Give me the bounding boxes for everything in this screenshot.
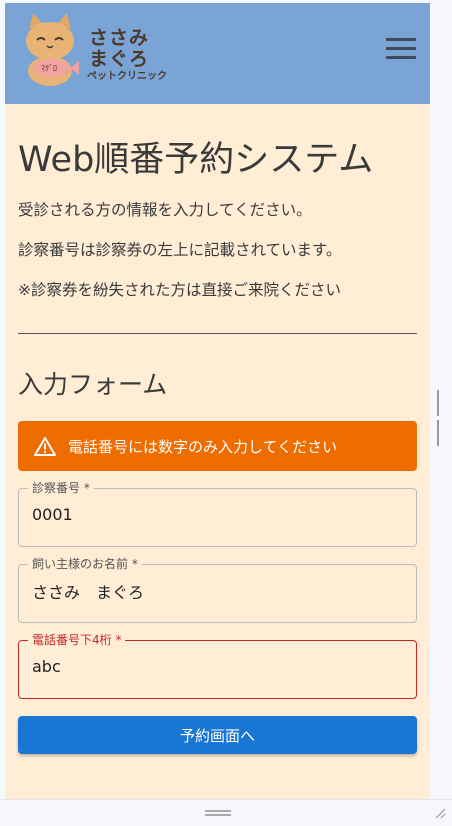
cat-logo-icon: ﾏｸﾞﾛ	[26, 13, 79, 86]
svg-text:ﾏｸﾞﾛ: ﾏｸﾞﾛ	[41, 64, 57, 73]
page-title: Web順番予約システム	[18, 140, 374, 180]
phone-last4-field[interactable]: 電話番号下4桁 *	[18, 632, 417, 699]
alert-message: 電話番号には数字のみ入力してください	[68, 437, 338, 456]
exam-number-label: 診察番号 *	[28, 480, 94, 496]
phone-last4-input[interactable]	[32, 657, 402, 676]
submit-button[interactable]: 予約画面へ	[18, 716, 417, 754]
exam-number-field[interactable]: 診察番号 *	[18, 480, 417, 547]
form-title: 入力フォーム	[18, 370, 168, 399]
hamburger-menu-icon[interactable]	[386, 38, 416, 62]
owner-name-input[interactable]	[32, 581, 402, 600]
warning-icon	[34, 437, 56, 456]
resize-corner-icon[interactable]	[434, 807, 446, 819]
info-text-3: ※診察券を紛失された方は直接ご来院ください	[18, 281, 341, 299]
vertical-resize-handle-icon[interactable]	[437, 390, 443, 446]
info-text-2: 診察番号は診察券の左上に記載されています。	[18, 241, 342, 259]
divider	[18, 333, 417, 334]
owner-name-field[interactable]: 飼い主様のお名前 *	[18, 556, 417, 623]
page: ﾏｸﾞﾛ ささみ まぐろ ペットクリニック Web順番予約システム 受診される方…	[5, 3, 430, 799]
owner-name-label: 飼い主様のお名前 *	[28, 556, 142, 572]
brand-subtitle: ペットクリニック	[87, 71, 167, 82]
horizontal-resize-handle-icon[interactable]	[205, 810, 231, 816]
main-content: Web順番予約システム 受診される方の情報を入力してください。 診察番号は診察券…	[5, 131, 430, 754]
info-text-1: 受診される方の情報を入力してください。	[18, 201, 312, 219]
exam-number-input[interactable]	[32, 505, 402, 524]
header: ﾏｸﾞﾛ ささみ まぐろ ペットクリニック	[5, 3, 430, 104]
phone-last4-label: 電話番号下4桁 *	[28, 632, 126, 648]
error-alert: 電話番号には数字のみ入力してください	[18, 421, 417, 471]
